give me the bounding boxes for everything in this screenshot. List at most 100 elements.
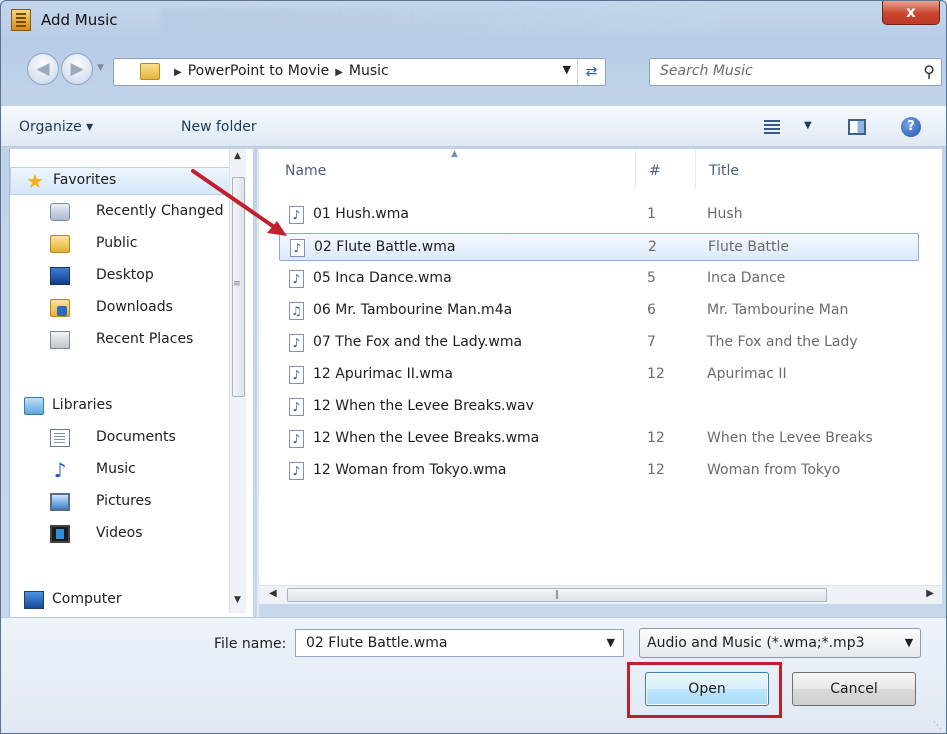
navigation-scrollbar[interactable]: ▲ ≡ ▼ [229,149,246,613]
search-placeholder: Search Music [660,63,753,79]
nav-item-desktop[interactable]: Desktop [10,263,238,291]
file-name: 01 Hush.wma [313,206,409,222]
file-row[interactable]: ♪ 12 Apurimac II.wma 12 Apurimac II [279,361,919,389]
nav-item-documents[interactable]: Documents [10,425,238,453]
new-folder-button[interactable]: New folder [181,119,257,135]
chevron-down-icon[interactable]: ▼ [607,636,615,649]
track-number: 12 [647,366,665,382]
nav-item-downloads[interactable]: Downloads [10,295,238,323]
nav-label: Libraries [52,397,113,413]
file-name: 07 The Fox and the Lady.wma [313,334,523,350]
scroll-left-icon[interactable]: ◀ [269,588,277,599]
track-title: Hush [707,206,743,222]
audio-file-icon: ♫ [289,302,304,320]
file-name: 05 Inca Dance.wma [313,270,452,286]
track-title: Woman from Tokyo [707,462,841,478]
nav-label: Recently Changed [96,203,224,219]
file-name: 02 Flute Battle.wma [314,239,456,255]
column-header-name[interactable]: Name [285,163,326,179]
refresh-icon[interactable]: ⇄ [577,59,605,85]
nav-label: Music [96,461,136,477]
nav-item-recently-changed[interactable]: Recently Changed [10,199,238,227]
column-divider[interactable] [635,149,636,189]
address-bar[interactable]: ▶ PowerPoint to Movie ▶ Music ▼ ⇄ [113,58,606,86]
file-name-field[interactable]: 02 Flute Battle.wma ▼ [295,629,624,657]
nav-item-favorites[interactable]: ★ Favorites [10,167,238,195]
videos-icon [50,525,70,543]
downloads-icon [50,299,70,317]
libraries-icon [24,397,44,415]
horizontal-scrollbar[interactable]: ◀ ‖ ▶ [259,585,942,604]
nav-label: Public [96,235,138,251]
column-divider[interactable] [695,149,696,189]
track-title: The Fox and the Lady [707,334,858,350]
nav-item-libraries[interactable]: Libraries [10,393,238,421]
file-row[interactable]: ♫ 06 Mr. Tambourine Man.m4a 6 Mr. Tambou… [279,297,919,325]
navigation-pane: ★ Favorites Recently Changed Public Desk… [9,149,253,617]
breadcrumb-item[interactable]: PowerPoint to Movie [188,63,329,79]
close-button[interactable]: x [882,1,940,25]
forward-button[interactable]: ▶ [61,53,93,85]
nav-label: Pictures [96,493,152,509]
chevron-right-icon[interactable]: ▶ [335,67,343,78]
scroll-up-icon[interactable]: ▲ [234,151,241,161]
resize-grip-icon[interactable]: ⋱ [933,721,942,731]
track-title: Apurimac II [707,366,787,382]
window-title: Add Music [41,11,118,29]
file-row[interactable]: ♪ 12 Woman from Tokyo.wma 12 Woman from … [279,457,919,485]
nav-label: Recent Places [96,331,194,347]
scroll-right-icon[interactable]: ▶ [926,588,934,599]
change-view-icon[interactable] [764,120,780,134]
nav-label: Computer [52,591,122,607]
dialog-footer: File name: 02 Flute Battle.wma ▼ Audio a… [1,617,946,733]
audio-file-icon: ♪ [289,430,304,448]
view-dropdown-icon[interactable]: ▼ [804,120,812,131]
open-button[interactable]: Open [645,672,769,706]
file-row[interactable]: ♪ 07 The Fox and the Lady.wma 7 The Fox … [279,329,919,357]
column-header-title[interactable]: Title [709,163,739,179]
recent-locations-dropdown-icon[interactable]: ▼ [97,63,104,73]
column-header-number[interactable]: # [649,163,661,179]
chevron-down-icon[interactable]: ▼ [898,629,920,657]
folder-icon [50,235,70,253]
organize-button[interactable]: Organize ▾ [19,119,93,135]
nav-item-recent-places[interactable]: Recent Places [10,327,238,355]
back-button[interactable]: ◀ [27,53,59,85]
nav-item-computer[interactable]: Computer [10,587,238,615]
file-row[interactable]: ♪ 01 Hush.wma 1 Hush [279,201,919,229]
file-row[interactable]: ♪ 12 When the Levee Breaks.wma 12 When t… [279,425,919,453]
nav-item-music[interactable]: ♪ Music [10,457,238,485]
file-name-label: File name: [214,636,287,652]
file-row[interactable]: ♪ 12 When the Levee Breaks.wav [279,393,919,421]
app-icon [11,9,31,31]
nav-item-pictures[interactable]: Pictures [10,489,238,517]
track-number: 6 [647,302,656,318]
star-icon: ★ [26,169,44,193]
nav-label: Documents [96,429,176,445]
search-input[interactable]: Search Music ⚲ [649,58,942,86]
nav-item-public[interactable]: Public [10,231,238,259]
help-icon[interactable]: ? [901,117,921,137]
chevron-right-icon[interactable]: ▶ [174,67,182,78]
audio-file-icon: ♪ [289,366,304,384]
track-number: 2 [648,239,657,255]
background-window-blur [161,7,721,33]
breadcrumb-item[interactable]: Music [349,63,389,79]
file-name: 06 Mr. Tambourine Man.m4a [313,302,513,318]
desktop-icon [50,267,70,285]
audio-file-icon: ♪ [289,398,304,416]
scroll-down-icon[interactable]: ▼ [234,595,241,605]
audio-file-icon: ♪ [290,239,305,257]
track-title: Flute Battle [708,239,790,255]
file-type-select[interactable]: Audio and Music (*.wma;*.mp3 ▼ [639,628,921,658]
scrollbar-thumb[interactable]: ‖ [287,588,827,602]
search-icon[interactable]: ⚲ [923,62,935,81]
track-number: 12 [647,462,665,478]
nav-item-videos[interactable]: Videos [10,521,238,549]
address-dropdown-icon[interactable]: ▼ [563,63,571,76]
file-row-selected[interactable]: ♪ 02 Flute Battle.wma 2 Flute Battle [279,233,919,261]
add-music-dialog: Add Music x ◀ ▶ ▼ ▶ PowerPoint to Movie ▶ M… [0,0,947,734]
preview-pane-icon[interactable] [848,119,866,135]
file-row[interactable]: ♪ 05 Inca Dance.wma 5 Inca Dance [279,265,919,293]
cancel-button[interactable]: Cancel [792,672,916,706]
